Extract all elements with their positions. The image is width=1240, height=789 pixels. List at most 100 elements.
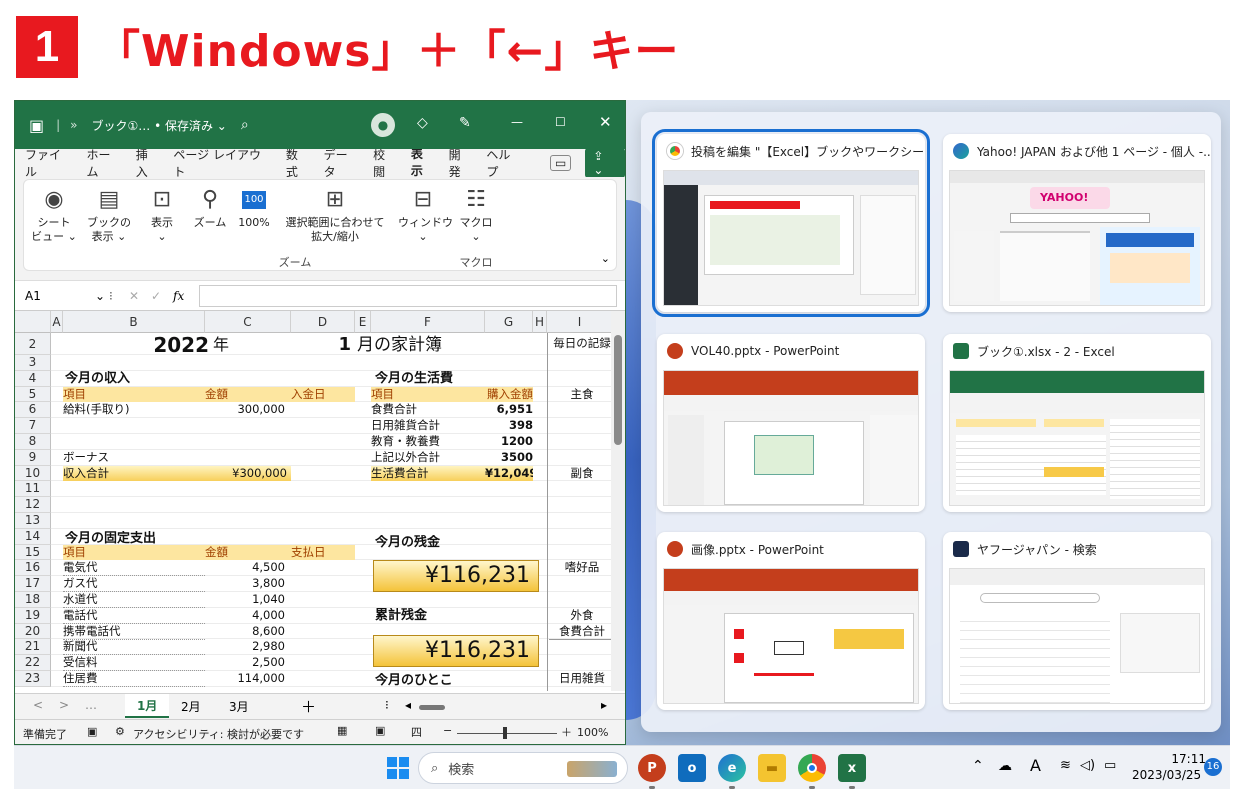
row-header[interactable]: 6 — [15, 402, 51, 419]
formula-input[interactable] — [199, 284, 617, 307]
living-amount[interactable]: 3500 — [485, 450, 533, 465]
notification-badge[interactable]: 16 — [1204, 758, 1222, 776]
living-item[interactable]: 日用雑貨合計 — [371, 418, 485, 433]
prev-sheet-icon[interactable]: < — [33, 698, 43, 712]
enter-icon[interactable]: ✓ — [151, 289, 173, 303]
fixed-amount[interactable]: 1,040 — [205, 592, 285, 607]
column-header[interactable]: D — [291, 311, 355, 333]
living-item[interactable]: 上記以外合計 — [371, 450, 485, 465]
zoom-slider-thumb[interactable] — [503, 727, 507, 739]
tab-split-icon[interactable]: ⁝ — [385, 698, 389, 712]
ime-indicator[interactable]: A — [1030, 756, 1041, 775]
snap-window-powerpoint[interactable]: VOL40.pptx - PowerPoint — [657, 334, 925, 512]
pen-icon[interactable]: ✎ — [459, 115, 471, 131]
row-header[interactable]: 5 — [15, 386, 51, 403]
column-header[interactable]: B — [63, 311, 205, 333]
row-header[interactable]: 9 — [15, 449, 51, 466]
sheet-tab-1[interactable]: 1月 — [125, 694, 170, 718]
fixed-item[interactable]: 水道代 — [63, 592, 205, 608]
accessibility-icon[interactable]: ⚙ — [115, 725, 125, 738]
fixed-amount[interactable]: 114,000 — [205, 671, 285, 686]
cumulative-value[interactable]: ¥116,231 — [373, 635, 539, 668]
income-item[interactable]: 給料(手取り) — [63, 402, 205, 417]
close-icon[interactable]: ✕ — [599, 113, 612, 131]
next-sheet-icon[interactable]: > — [59, 698, 69, 712]
zoom-to-selection-button[interactable]: ⊞ 選択範囲に合わせて 拡大/縮小 — [280, 184, 390, 244]
scroll-right-icon[interactable]: ▸ — [601, 698, 607, 712]
row-header[interactable]: 7 — [15, 418, 51, 434]
taskbar-excel[interactable]: x — [838, 754, 866, 782]
ribbon-collapse-icon[interactable]: ⌄ — [601, 252, 610, 265]
row-header[interactable]: 13 — [15, 513, 51, 529]
row-header[interactable]: 21 — [15, 639, 51, 656]
row-header[interactable]: 15 — [15, 544, 51, 561]
snap-window-search[interactable]: ヤフージャパン - 検索 — [943, 532, 1211, 710]
select-all-corner[interactable] — [15, 311, 51, 333]
horizontal-scrollbar[interactable] — [419, 705, 445, 710]
fixed-amount[interactable]: 2,500 — [205, 655, 285, 670]
chevron-up-icon[interactable]: ⌃ — [972, 758, 984, 774]
normal-view-icon[interactable]: ▦ — [337, 724, 347, 737]
zoom-out-icon[interactable]: − — [443, 724, 452, 737]
row-header[interactable]: 17 — [15, 576, 51, 592]
column-header[interactable]: C — [205, 311, 291, 333]
title-month[interactable]: 1 — [291, 335, 351, 355]
clock-date[interactable]: 2023/03/25 — [1132, 768, 1201, 782]
fixed-item[interactable]: 電気代 — [63, 560, 205, 577]
fixed-item[interactable]: 新聞代 — [63, 639, 205, 656]
fixed-item[interactable]: 携帯電話代 — [63, 624, 205, 640]
menu-review[interactable]: 校閲 — [373, 146, 397, 180]
search-icon[interactable]: ⌕ — [241, 117, 249, 133]
snap-window-edge[interactable]: Yahoo! JAPAN および他 1 ページ - 個人 -... YAHOO! — [943, 134, 1211, 312]
row-header[interactable]: 8 — [15, 434, 51, 450]
living-amount[interactable]: 398 — [485, 418, 533, 433]
menu-formulas[interactable]: 数式 — [286, 146, 310, 180]
row-header[interactable]: 22 — [15, 655, 51, 671]
menu-page-layout[interactable]: ページ レイアウト — [173, 146, 271, 180]
row-header[interactable]: 23 — [15, 671, 51, 687]
income-total-label[interactable]: 収入合計 — [63, 465, 205, 481]
row-header[interactable]: 11 — [15, 481, 51, 498]
column-header[interactable]: G — [485, 311, 533, 333]
snap-window-powerpoint-2[interactable]: 画像.pptx - PowerPoint — [657, 532, 925, 710]
menu-home[interactable]: ホーム — [86, 146, 121, 180]
column-header[interactable]: F — [371, 311, 485, 333]
fixed-amount[interactable]: 8,600 — [205, 624, 285, 639]
menu-insert[interactable]: 挿入 — [136, 146, 160, 180]
fixed-item[interactable]: 電話代 — [63, 608, 205, 624]
snap-window-excel[interactable]: ブック①.xlsx - 2 - Excel — [943, 334, 1211, 512]
scroll-left-icon[interactable]: ◂ — [405, 698, 411, 712]
taskbar-edge[interactable]: e — [718, 754, 746, 782]
accessibility-status[interactable]: アクセシビリティ: 検討が必要です — [133, 726, 304, 742]
taskbar-search-box[interactable]: ⌕ 検索 — [418, 752, 628, 784]
window-button[interactable]: ⊟ ウィンドウ ⌄ — [398, 184, 453, 244]
row-header[interactable]: 20 — [15, 623, 51, 640]
cancel-icon[interactable]: ✕ — [129, 289, 151, 303]
living-amount[interactable]: 1200 — [485, 434, 533, 449]
column-header[interactable]: H — [533, 311, 547, 333]
column-header[interactable]: A — [51, 311, 63, 333]
fixed-amount[interactable]: 3,800 — [205, 576, 285, 591]
fx-icon[interactable]: fx — [173, 289, 199, 303]
fixed-item[interactable]: 受信料 — [63, 655, 205, 672]
book-view-button[interactable]: ▤ ブックの 表示 ⌄ — [82, 184, 136, 244]
vertical-scrollbar-thumb[interactable] — [614, 335, 622, 445]
zoom-slider[interactable] — [457, 733, 557, 734]
row-header[interactable]: 10 — [15, 465, 51, 482]
volume-icon[interactable]: ◁) — [1080, 758, 1095, 773]
clock-time[interactable]: 17:11 — [1146, 752, 1206, 766]
fixed-amount[interactable]: 4,000 — [205, 608, 285, 623]
row-header[interactable]: 19 — [15, 607, 51, 624]
battery-icon[interactable]: ▭ — [1104, 758, 1116, 773]
zoom-level[interactable]: 100% — [577, 726, 608, 739]
row-header[interactable]: 14 — [15, 528, 51, 545]
row-header[interactable]: 12 — [15, 497, 51, 513]
taskbar-outlook[interactable]: o — [678, 754, 706, 782]
column-header[interactable]: E — [355, 311, 371, 333]
title-year[interactable]: 2022 — [63, 335, 209, 355]
living-item[interactable]: 教育・教養費 — [371, 434, 485, 449]
sheet-tab-2[interactable]: 2月 — [181, 698, 201, 715]
living-total[interactable]: ¥12,049 — [485, 465, 533, 481]
menu-view[interactable]: 表示 — [410, 145, 435, 181]
add-sheet-icon[interactable]: ＋ — [301, 696, 316, 717]
